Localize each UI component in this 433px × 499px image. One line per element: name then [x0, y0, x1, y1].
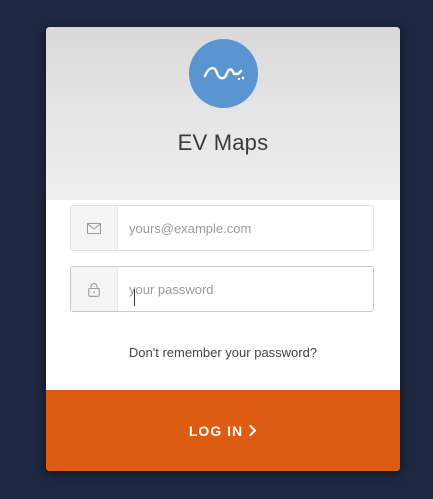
password-field[interactable]: [70, 266, 374, 312]
app-title: EV Maps: [177, 130, 269, 155]
forgot-password-link[interactable]: Don't remember your password?: [46, 345, 400, 360]
email-icon-box: [71, 206, 118, 250]
wave-logo-icon: [203, 66, 244, 80]
login-button-label: LOG IN: [188, 422, 244, 439]
login-button[interactable]: LOG IN: [46, 390, 400, 471]
login-header: EV Maps: [46, 27, 400, 200]
text-cursor: [134, 289, 135, 306]
app-logo: [189, 39, 258, 108]
lock-icon: [88, 282, 100, 297]
login-card: EV Maps Don't remember your password? LO…: [46, 27, 400, 471]
password-input[interactable]: [129, 267, 365, 311]
email-input[interactable]: [129, 206, 365, 250]
chevron-right-icon: [249, 425, 257, 436]
email-field[interactable]: [70, 205, 374, 251]
envelope-icon: [87, 222, 101, 234]
password-icon-box: [71, 267, 118, 311]
